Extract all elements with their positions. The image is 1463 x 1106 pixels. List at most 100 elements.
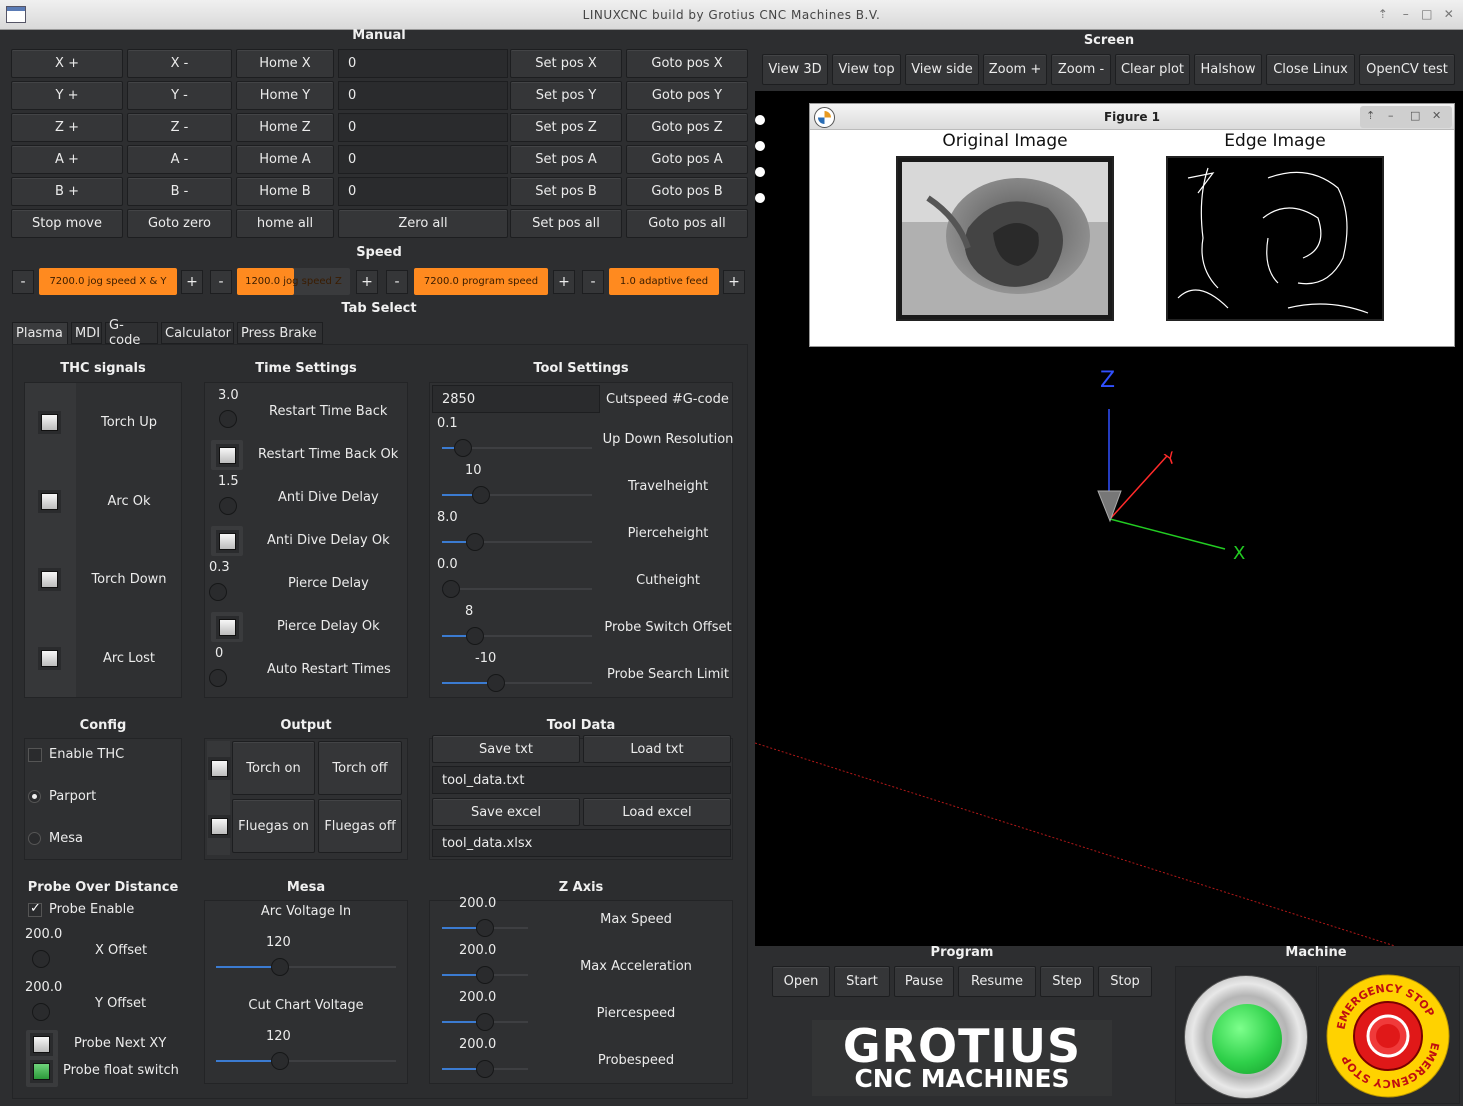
z-minus-button[interactable]: Z - (127, 113, 232, 142)
pos-x-input[interactable]: 0 (338, 49, 508, 78)
pierce-delay-ok-checkbox[interactable] (219, 619, 236, 636)
load-txt-button[interactable]: Load txt (583, 735, 731, 763)
tool-cutheight-slider[interactable] (442, 588, 592, 590)
b-goto-button[interactable]: Goto pos B (626, 177, 748, 206)
tool-pierceheight-handle[interactable] (466, 533, 484, 551)
z-goto-button[interactable]: Goto pos Z (626, 113, 748, 142)
goto-zero-button[interactable]: Goto zero (127, 209, 232, 238)
tab-press-brake[interactable]: Press Brake (237, 322, 323, 344)
y-set-button[interactable]: Set pos Y (510, 81, 622, 110)
cutspeed-input[interactable]: 2850 (432, 385, 600, 413)
b-set-button[interactable]: Set pos B (510, 177, 622, 206)
screen-close-linux-button[interactable]: Close Linux (1266, 54, 1355, 85)
pos-a-input[interactable]: 0 (338, 145, 508, 174)
set-all-button[interactable]: Set pos all (510, 209, 622, 238)
mesa-radio[interactable] (28, 832, 41, 845)
tool-travelheight-slider[interactable] (442, 494, 592, 496)
figure-up-icon[interactable]: ⇡ (1366, 109, 1375, 122)
figure-close-icon[interactable]: ✕ (1432, 109, 1441, 122)
pierce-delay-dial[interactable] (209, 583, 227, 601)
a-plus-button[interactable]: A + (11, 145, 123, 174)
z-set-button[interactable]: Set pos Z (510, 113, 622, 142)
restart-time-back-ok-checkbox[interactable] (219, 447, 236, 464)
screen-view-top-button[interactable]: View top (832, 54, 901, 85)
adaptive-feed-bar[interactable]: 1.0 adaptive feed (609, 268, 719, 295)
adaptive-feed-minus-button[interactable]: - (582, 270, 604, 294)
emergency-stop-button[interactable]: EMERGENCY STOP EMERGENCY STOP (1326, 973, 1450, 1099)
jog-z-minus-button[interactable]: - (210, 270, 232, 294)
cut-chart-slider[interactable] (216, 1060, 396, 1062)
save-excel-button[interactable]: Save excel (432, 798, 580, 826)
x-plus-button[interactable]: X + (11, 49, 123, 78)
screen-zoom--button[interactable]: Zoom + (983, 54, 1047, 85)
arc-voltage-handle[interactable] (271, 958, 289, 976)
y-offset-dial[interactable] (32, 1003, 50, 1021)
probe-enable-checkbox[interactable] (28, 901, 42, 917)
x-home-button[interactable]: Home X (236, 49, 334, 78)
tool-probe-switch-offset-slider[interactable] (442, 635, 592, 637)
torch-on-button[interactable]: Torch on (232, 741, 315, 795)
a-home-button[interactable]: Home A (236, 145, 334, 174)
adaptive-feed-plus-button[interactable]: + (723, 270, 745, 294)
figure-minimize-icon[interactable]: – (1388, 109, 1394, 122)
program-start-button[interactable]: Start (834, 966, 890, 997)
a-minus-button[interactable]: A - (127, 145, 232, 174)
program-speed-plus-button[interactable]: + (553, 270, 575, 294)
arc-voltage-slider[interactable] (216, 966, 396, 968)
y-plus-button[interactable]: Y + (11, 81, 123, 110)
a-goto-button[interactable]: Goto pos A (626, 145, 748, 174)
anti-dive-delay-dial[interactable] (219, 497, 237, 515)
tool-probe-search-limit-slider[interactable] (442, 682, 592, 684)
b-plus-button[interactable]: B + (11, 177, 123, 206)
z-plus-button[interactable]: Z + (11, 113, 123, 142)
program-pause-button[interactable]: Pause (894, 966, 954, 997)
restore-icon[interactable]: □ (1419, 6, 1435, 22)
parport-radio[interactable] (28, 790, 41, 803)
screen-zoom--button[interactable]: Zoom - (1051, 54, 1111, 85)
tab-g-code[interactable]: G-code (105, 318, 158, 348)
pos-z-input[interactable]: 0 (338, 113, 508, 142)
b-minus-button[interactable]: B - (127, 177, 232, 206)
program-open-button[interactable]: Open (772, 966, 830, 997)
xlsx-file-input[interactable]: tool_data.xlsx (432, 829, 731, 857)
screen-view-side-button[interactable]: View side (905, 54, 979, 85)
figure-window[interactable]: Figure 1 ⇡ – □ ✕ Original Image Edge Ima… (809, 103, 1455, 347)
tool-probe-search-limit-handle[interactable] (487, 674, 505, 692)
program-stop-button[interactable]: Stop (1098, 966, 1152, 997)
tool-pierceheight-slider[interactable] (442, 541, 592, 543)
home-all-button[interactable]: home all (236, 209, 334, 238)
x-goto-button[interactable]: Goto pos X (626, 49, 748, 78)
program-resume-button[interactable]: Resume (958, 966, 1036, 997)
screen-clear-plot-button[interactable]: Clear plot (1115, 54, 1190, 85)
tool-travelheight-handle[interactable] (472, 486, 490, 504)
auto-restart-dial[interactable] (209, 669, 227, 687)
anti-dive-delay-ok-checkbox[interactable] (219, 533, 236, 550)
close-icon[interactable]: ✕ (1441, 6, 1457, 22)
load-excel-button[interactable]: Load excel (583, 798, 731, 826)
torch-off-button[interactable]: Torch off (318, 741, 402, 795)
probe-next-xy-checkbox[interactable] (33, 1036, 50, 1053)
tab-calculator[interactable]: Calculator (161, 322, 234, 344)
a-set-button[interactable]: Set pos A (510, 145, 622, 174)
figure-restore-icon[interactable]: □ (1410, 109, 1420, 122)
program-step-button[interactable]: Step (1040, 966, 1094, 997)
tool-cutheight-handle[interactable] (442, 580, 460, 598)
y-goto-button[interactable]: Goto pos Y (626, 81, 748, 110)
y-home-button[interactable]: Home Y (236, 81, 334, 110)
z-home-button[interactable]: Home Z (236, 113, 334, 142)
txt-file-input[interactable]: tool_data.txt (432, 766, 731, 794)
jog-z-plus-button[interactable]: + (356, 270, 378, 294)
program-speed-bar[interactable]: 7200.0 program speed (414, 268, 548, 295)
tool-up-down-resolution-handle[interactable] (454, 439, 472, 457)
fluegas-on-button[interactable]: Fluegas on (232, 799, 315, 853)
zero-all-button[interactable]: Zero all (338, 209, 508, 238)
jog-speed-xy-bar[interactable]: 7200.0 jog speed X & Y (39, 268, 177, 295)
tab-mdi[interactable]: MDI (71, 322, 102, 344)
x-offset-dial[interactable] (32, 950, 50, 968)
y-minus-button[interactable]: Y - (127, 81, 232, 110)
screen-halshow-button[interactable]: Halshow (1194, 54, 1262, 85)
jog-xy-plus-button[interactable]: + (181, 270, 203, 294)
enable-thc-checkbox[interactable] (28, 748, 42, 762)
pos-b-input[interactable]: 0 (338, 177, 508, 206)
x-minus-button[interactable]: X - (127, 49, 232, 78)
